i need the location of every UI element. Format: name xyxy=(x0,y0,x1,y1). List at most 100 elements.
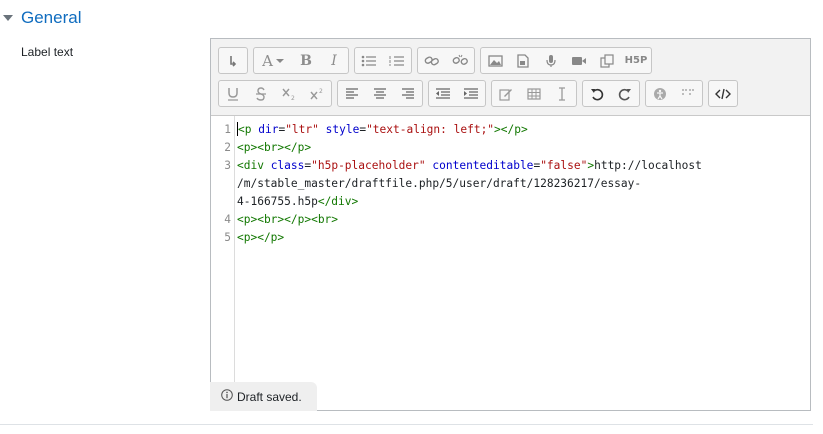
code-text: <p></p> xyxy=(234,229,284,247)
code-line: 4 <p><br></p><br> xyxy=(211,211,810,229)
code-text: <p><br></p><br> xyxy=(234,211,338,229)
font-icon[interactable]: A xyxy=(254,48,292,73)
code-text: 4-166755.h5p</div> xyxy=(234,193,358,211)
draft-status: Draft saved. xyxy=(210,382,317,411)
bold-label: B xyxy=(300,52,312,69)
svg-text:2: 2 xyxy=(291,95,295,100)
code-line: 5 <p></p> xyxy=(211,229,810,247)
bold-icon[interactable]: B xyxy=(292,48,320,73)
line-number: 5 xyxy=(224,231,231,244)
undo-icon[interactable] xyxy=(583,81,611,106)
unordered-list-icon[interactable] xyxy=(355,48,383,73)
clear-format-icon[interactable] xyxy=(548,81,576,106)
indent-icon[interactable] xyxy=(457,81,485,106)
code-line: 3 <div class="h5p-placeholder" contentedi… xyxy=(211,157,810,175)
toolbar-row-1: A B I H5P xyxy=(218,47,657,74)
toolbar-group-accessibility xyxy=(645,80,703,107)
redo-icon[interactable] xyxy=(611,81,639,106)
toolbar-group-collapse xyxy=(218,47,248,74)
align-left-icon[interactable] xyxy=(338,81,366,106)
toolbar-group-media: H5P xyxy=(480,47,652,74)
code-token: "h5p-placeholder" xyxy=(311,159,426,172)
link-icon[interactable] xyxy=(418,48,446,73)
unlink-icon[interactable] xyxy=(446,48,474,73)
code-token: <div xyxy=(237,159,271,172)
font-label: A xyxy=(262,51,273,70)
code-token: <p><br></p> xyxy=(237,141,312,154)
code-token: dir xyxy=(258,123,279,136)
atto-editor: A B I H5P 2 2 1 <p dir="ltr" style="text… xyxy=(210,38,811,411)
toolbar-row-2: 2 2 xyxy=(218,80,743,107)
html-source-editor[interactable]: 1 <p dir="ltr" style="text-align: left;">… xyxy=(211,116,810,410)
code-token: <p></p> xyxy=(237,231,285,244)
draft-status-text: Draft saved. xyxy=(237,389,302,404)
media-file-icon[interactable] xyxy=(509,48,537,73)
code-token: 4-166755.h5p xyxy=(237,195,318,208)
code-token: <p><br></p><br> xyxy=(237,213,339,226)
accessibility-checker-icon[interactable] xyxy=(646,81,674,106)
collapse-icon[interactable] xyxy=(219,48,247,73)
code-text: /m/stable_master/draftfile.php/5/user/dr… xyxy=(234,175,641,193)
image-icon[interactable] xyxy=(481,48,509,73)
toolbar-group-text-style: 2 2 xyxy=(218,80,332,107)
section-title: General xyxy=(21,8,82,27)
line-number: 1 xyxy=(224,123,231,136)
code-line: 1 <p dir="ltr" style="text-align: left;">… xyxy=(211,121,810,139)
code-token: /m/stable_master/draftfile.php/5/user/dr… xyxy=(237,177,642,190)
equation-icon[interactable] xyxy=(492,81,520,106)
italic-label: I xyxy=(331,52,337,69)
code-token: <p xyxy=(238,123,259,136)
toolbar-group-align xyxy=(337,80,423,107)
caret-down-icon xyxy=(3,15,13,21)
code-token: contenteditable xyxy=(432,159,534,172)
toolbar-group-lists xyxy=(354,47,412,74)
line-number: 4 xyxy=(224,213,231,226)
screenreader-helper-icon[interactable] xyxy=(674,81,702,106)
code-token: ></p> xyxy=(494,123,528,136)
align-center-icon[interactable] xyxy=(366,81,394,106)
strikethrough-icon[interactable] xyxy=(247,81,275,106)
toolbar-group-history xyxy=(582,80,640,107)
toolbar-group-insert xyxy=(491,80,577,107)
html-source-icon[interactable] xyxy=(709,81,737,106)
code-text: <p><br></p> xyxy=(234,139,311,157)
line-number: 3 xyxy=(224,159,231,172)
h5p-label: H5P xyxy=(624,55,648,66)
section-general-toggle[interactable]: General xyxy=(0,4,81,32)
align-right-icon[interactable] xyxy=(394,81,422,106)
info-icon xyxy=(221,389,233,404)
code-text: <div class="h5p-placeholder" contentedit… xyxy=(234,157,702,175)
code-token: class xyxy=(270,159,305,172)
line-number xyxy=(211,193,234,211)
h5p-icon[interactable]: H5P xyxy=(621,48,651,73)
outdent-icon[interactable] xyxy=(429,81,457,106)
toolbar-group-source xyxy=(708,80,738,107)
code-text: <p dir="ltr" style="text-align: left;"><… xyxy=(234,121,528,139)
table-icon[interactable] xyxy=(520,81,548,106)
line-number: 2 xyxy=(224,141,231,154)
code-token: style xyxy=(325,123,360,136)
toolbar-group-links xyxy=(417,47,475,74)
code-token: </div> xyxy=(317,195,359,208)
record-video-icon[interactable] xyxy=(565,48,593,73)
toolbar-group-style: A B I xyxy=(253,47,349,74)
record-audio-icon[interactable] xyxy=(537,48,565,73)
code-token: "ltr" xyxy=(285,123,319,136)
code-line: /m/stable_master/draftfile.php/5/user/dr… xyxy=(211,175,810,193)
line-number xyxy=(211,175,234,193)
italic-icon[interactable]: I xyxy=(320,48,348,73)
underline-icon[interactable] xyxy=(219,81,247,106)
svg-text:2: 2 xyxy=(319,88,323,95)
code-line: 2 <p><br></p> xyxy=(211,139,810,157)
label-text-field-label: Label text xyxy=(21,45,74,59)
subscript-icon[interactable]: 2 xyxy=(275,81,303,106)
manage-files-icon[interactable] xyxy=(593,48,621,73)
ordered-list-icon[interactable] xyxy=(383,48,411,73)
code-token: http://localhost xyxy=(594,159,702,172)
code-token: "text-align: left;" xyxy=(366,123,495,136)
editor-toolbar: A B I H5P 2 2 xyxy=(211,39,810,116)
superscript-icon[interactable]: 2 xyxy=(303,81,331,106)
code-token: "false" xyxy=(540,159,588,172)
toolbar-group-indent xyxy=(428,80,486,107)
